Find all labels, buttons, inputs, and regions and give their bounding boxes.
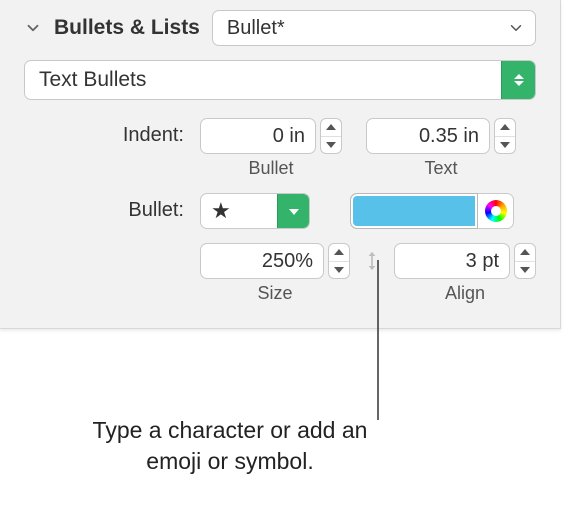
dropdown-stepper-icon bbox=[501, 61, 535, 99]
color-wheel-icon bbox=[485, 200, 507, 222]
color-picker-button[interactable] bbox=[478, 193, 514, 229]
size-down[interactable] bbox=[329, 262, 349, 279]
text-indent-up[interactable] bbox=[495, 119, 515, 137]
bullet-label: Bullet: bbox=[24, 193, 200, 222]
bullet-color-well bbox=[350, 193, 514, 229]
text-indent-stepper[interactable] bbox=[366, 118, 516, 154]
size-up[interactable] bbox=[329, 244, 349, 262]
text-indent-input[interactable] bbox=[366, 118, 490, 154]
size-stepper[interactable] bbox=[200, 243, 350, 279]
chevron-down-icon bbox=[277, 194, 309, 228]
callout-text: Type a character or add an emoji or symb… bbox=[70, 415, 390, 477]
bullet-indent-input[interactable] bbox=[200, 118, 316, 154]
section-title: Bullets & Lists bbox=[54, 16, 200, 40]
align-lock-icon bbox=[360, 243, 384, 273]
bullets-lists-panel: Bullets & Lists Bullet* Text Bullets Ind… bbox=[0, 0, 561, 329]
align-sublabel: Align bbox=[394, 283, 536, 304]
size-align-row: Size Align bbox=[24, 243, 536, 304]
disclosure-toggle[interactable] bbox=[24, 19, 42, 37]
bullet-type-value: Text Bullets bbox=[39, 68, 146, 92]
text-indent-down[interactable] bbox=[495, 137, 515, 154]
align-down[interactable] bbox=[515, 262, 535, 279]
align-up[interactable] bbox=[515, 244, 535, 262]
bullet-indent-up[interactable] bbox=[321, 119, 341, 137]
size-sublabel: Size bbox=[200, 283, 350, 304]
align-input[interactable] bbox=[394, 243, 510, 279]
bullet-color-swatch[interactable] bbox=[350, 193, 478, 229]
indent-label: Indent: bbox=[24, 118, 200, 147]
bullet-indent-stepper[interactable] bbox=[200, 118, 342, 154]
align-stepper[interactable] bbox=[394, 243, 536, 279]
list-style-preset-dropdown[interactable]: Bullet* bbox=[212, 10, 536, 46]
indent-row: Indent: Bullet bbox=[24, 118, 536, 179]
preset-value: Bullet* bbox=[227, 17, 285, 40]
bullet-character-picker[interactable]: ★ bbox=[200, 193, 310, 229]
bullet-row: Bullet: ★ bbox=[24, 193, 536, 229]
bullet-indent-down[interactable] bbox=[321, 137, 341, 154]
panel-header: Bullets & Lists Bullet* bbox=[24, 10, 536, 46]
chevron-down-icon bbox=[507, 19, 525, 37]
bullet-indent-sublabel: Bullet bbox=[200, 158, 342, 179]
text-indent-sublabel: Text bbox=[366, 158, 516, 179]
bullet-type-dropdown[interactable]: Text Bullets bbox=[24, 60, 536, 100]
bullet-glyph: ★ bbox=[201, 198, 277, 224]
size-input[interactable] bbox=[200, 243, 324, 279]
